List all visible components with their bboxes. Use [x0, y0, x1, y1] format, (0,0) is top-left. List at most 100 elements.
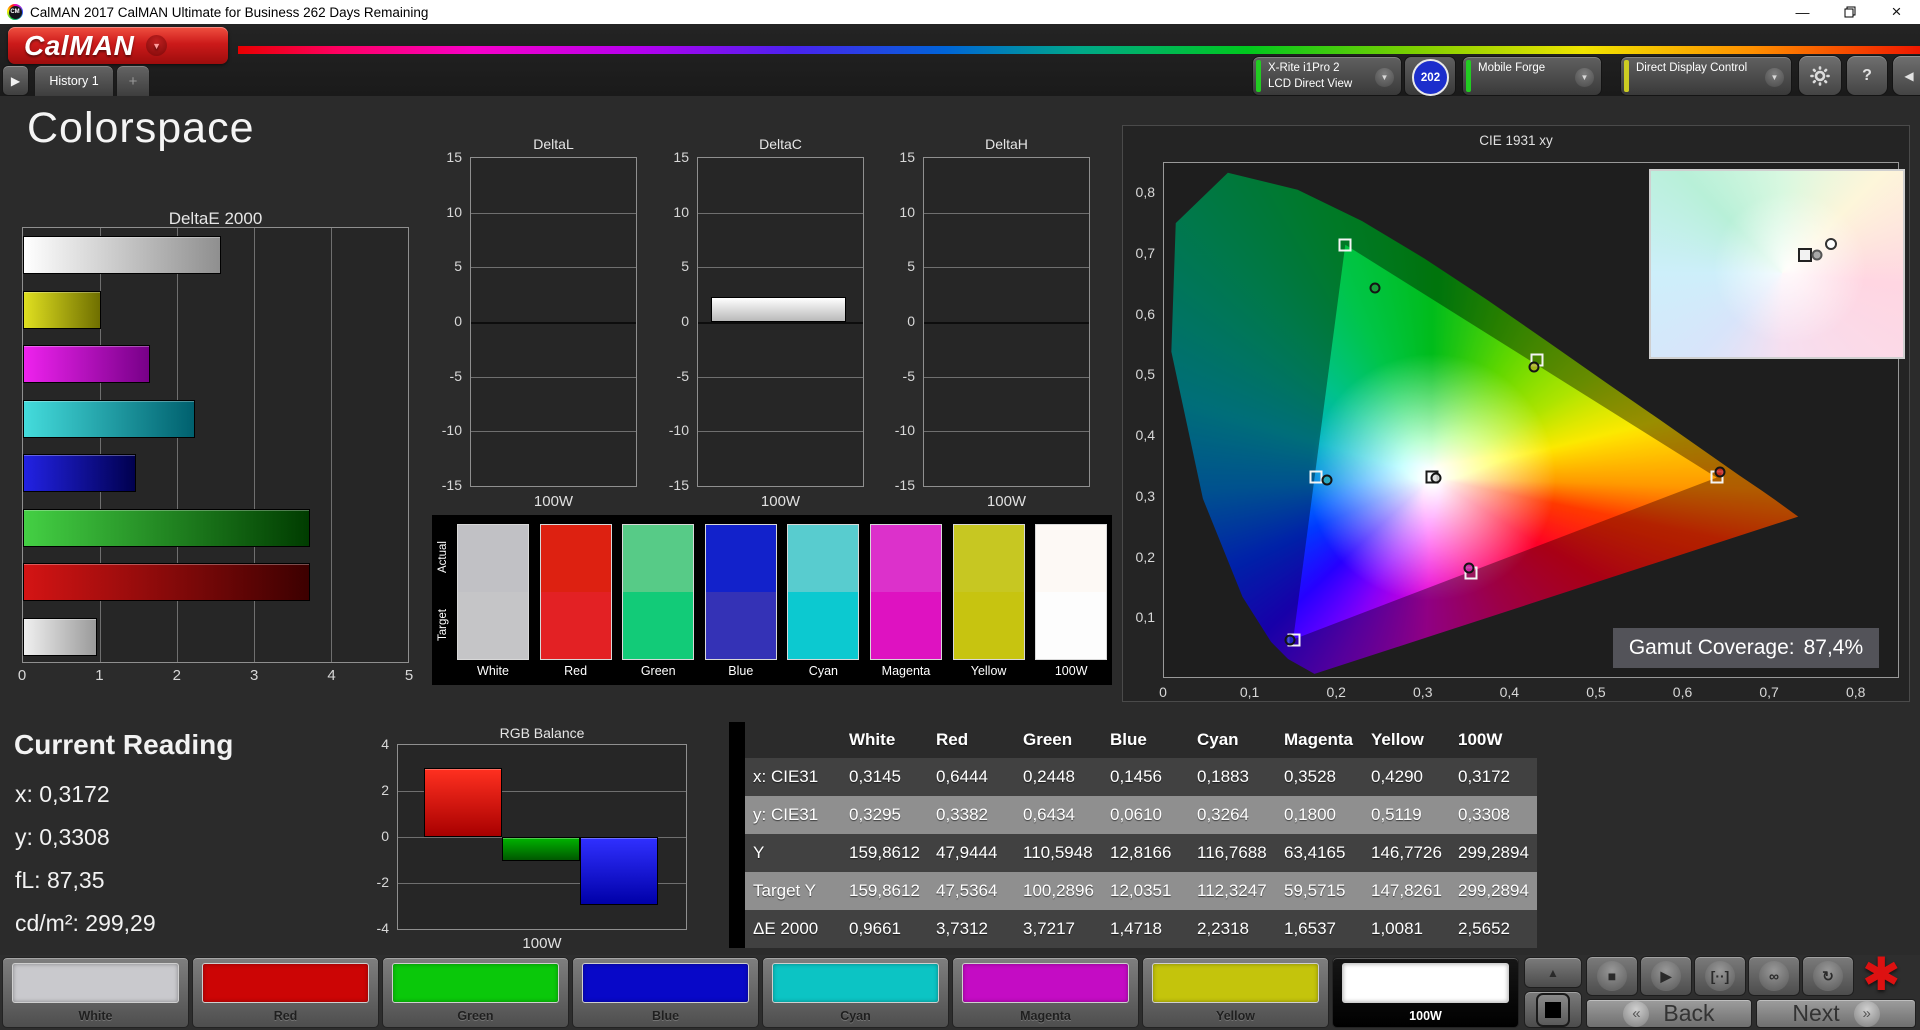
help-button[interactable]: ? [1846, 55, 1888, 96]
deltac-tick-label: 5 [681, 258, 689, 275]
meter-dropdown[interactable]: X-Rite i1Pro 2 LCD Direct View ▼ [1252, 56, 1402, 96]
table-cell: 3,7312 [936, 919, 988, 938]
table-header-row: White Red Green Blue Cyan Magenta Yellow 100W [745, 722, 1537, 758]
help-icon: ? [1862, 66, 1872, 84]
cie-x-tick-label: 0,6 [1672, 684, 1693, 700]
cie-y-tick-label: 0,4 [1135, 427, 1155, 444]
deltac-tick-label: -15 [668, 477, 689, 493]
table-cell: 299,2894 [1458, 881, 1529, 900]
deltac-gridline [698, 212, 863, 214]
pattern-button-green[interactable]: Green [382, 957, 569, 1028]
restore-button[interactable] [1826, 0, 1873, 24]
cie-x-tick-label: 0,8 [1845, 684, 1866, 700]
swatch-target-red [539, 592, 612, 660]
table-row: Y 159,8612 47,9444 110,5948 12,8166 116,7688 6… [745, 834, 1537, 872]
deltal-plot [470, 157, 637, 487]
settings-button[interactable] [1798, 55, 1842, 96]
swatch-target-100w [1035, 592, 1108, 660]
deltah-tick-label: -5 [902, 367, 915, 384]
next-button[interactable]: Next » [1756, 999, 1916, 1028]
meter-status-stripe [1256, 60, 1261, 92]
pattern-button-cyan[interactable]: Cyan [762, 957, 949, 1028]
interval-button[interactable]: [··] [1694, 956, 1746, 996]
back-button[interactable]: « Back [1586, 999, 1752, 1028]
swatch-label: Yellow [970, 664, 1007, 678]
stop-icon: ■ [1597, 961, 1627, 991]
pattern-patch [962, 963, 1129, 1003]
current-reading-cdm: cd/m²: 299,29 [15, 910, 156, 936]
close-button[interactable]: × [1873, 0, 1920, 24]
main-content: Colorspace DeltaE 2000 0 1 2 3 4 5 DeltaL Del… [0, 96, 1920, 955]
chevron-down-icon: ▼ [146, 35, 168, 56]
tab-history-1[interactable]: History 1 [34, 65, 114, 96]
deltae-tick-label: 2 [172, 667, 181, 684]
swatch-actual-magenta [870, 524, 942, 592]
deltae-tick-label: 3 [250, 667, 259, 684]
table-row: Target Y 159,8612 47,5364 100,2896 12,0351 11… [745, 872, 1537, 910]
table-cell: 0,3172 [1458, 767, 1510, 786]
cie-x-axis: 0 0,1 0,2 0,3 0,4 0,5 0,6 0,7 0,8 [1159, 684, 1899, 702]
deltac-tick-label: -5 [676, 367, 689, 384]
deltac-chart-title: DeltaC [759, 136, 802, 152]
deltac-tick-label: 15 [673, 149, 689, 165]
table-col-header: Cyan [1197, 730, 1239, 749]
deltal-tick-label: -15 [441, 477, 462, 493]
panel-expand-button[interactable]: ▶ [2, 65, 29, 96]
cie-x-tick-label: 0,5 [1586, 684, 1606, 700]
deltac-gridline [698, 322, 863, 324]
pattern-up-button[interactable]: ▲ [1524, 957, 1582, 988]
rgb-plot [397, 744, 687, 930]
table-cell: 0,2448 [1023, 767, 1075, 786]
cie-y-axis: 0,1 0,2 0,3 0,4 0,5 0,6 0,7 0,8 [1125, 162, 1159, 678]
deltal-x-label: 100W [533, 493, 574, 510]
chevron-left-icon: ◀ [1904, 68, 1914, 83]
deltac-x-label: 100W [760, 493, 801, 510]
table-row-label: Target Y [753, 881, 817, 900]
table-cell: 147,8261 [1371, 881, 1442, 900]
play-button[interactable]: ▶ [1640, 956, 1692, 996]
swatch-actual-yellow [952, 524, 1025, 592]
table-cell: 0,1800 [1284, 805, 1336, 824]
table-cell: 112,3247 [1197, 881, 1267, 900]
calman-menu-button[interactable]: CalMAN ▼ [8, 27, 228, 64]
pattern-label: Green [457, 1009, 494, 1023]
table-cell: 0,3145 [849, 767, 901, 786]
pattern-button-yellow[interactable]: Yellow [1142, 957, 1329, 1028]
rgb-bar-green [502, 837, 580, 862]
deltal-gridline [471, 431, 636, 433]
refresh-button[interactable]: ↻ [1802, 956, 1854, 996]
cie-chart-title: CIE 1931 xy [1479, 133, 1553, 148]
table-row-label: x: CIE31 [753, 767, 819, 786]
minimize-button[interactable]: — [1779, 0, 1826, 24]
deltah-tick-label: 5 [907, 258, 915, 275]
pattern-source-dropdown[interactable]: Mobile Forge ▼ [1462, 56, 1602, 96]
stop-button[interactable]: ■ [1586, 956, 1638, 996]
rgb-x-label: 100W [522, 935, 562, 952]
pattern-button-100w[interactable]: 100W [1332, 957, 1519, 1028]
loop-button[interactable]: ∞ [1748, 956, 1800, 996]
meter-line2: LCD Direct View [1268, 77, 1353, 90]
table-cell: 47,5364 [936, 881, 998, 900]
titlebar: CalMAN 2017 CalMAN Ultimate for Business… [0, 0, 1920, 24]
deltal-tick-label: 0 [454, 313, 462, 329]
pattern-label: Red [273, 1009, 298, 1023]
pattern-button-white[interactable]: White [2, 957, 189, 1028]
add-tab-button[interactable]: + [116, 65, 150, 96]
deltac-bar [711, 296, 847, 322]
pattern-label: Blue [651, 1009, 680, 1023]
pattern-window-button[interactable] [1524, 991, 1582, 1028]
pattern-button-red[interactable]: Red [192, 957, 379, 1028]
deltal-tick-label: -10 [441, 422, 462, 439]
deltae-tick-label: 0 [17, 667, 27, 684]
display-control-dropdown[interactable]: Direct Display Control ▼ [1620, 56, 1792, 96]
collapse-panel-button[interactable]: ◀ [1892, 55, 1920, 96]
page-title: Colorspace [27, 104, 255, 152]
pattern-button-blue[interactable]: Blue [572, 957, 759, 1028]
deltal-ticks: 15 10 5 0 -5 -10 -15 [432, 149, 466, 493]
current-reading-heading: Current Reading [14, 729, 234, 760]
rgb-tick-label: 4 [381, 736, 389, 752]
deltal-gridline [471, 212, 636, 214]
pattern-button-magenta[interactable]: Magenta [952, 957, 1139, 1028]
pattern-patch [12, 963, 179, 1003]
deltah-chart-title: DeltaH [985, 136, 1028, 152]
